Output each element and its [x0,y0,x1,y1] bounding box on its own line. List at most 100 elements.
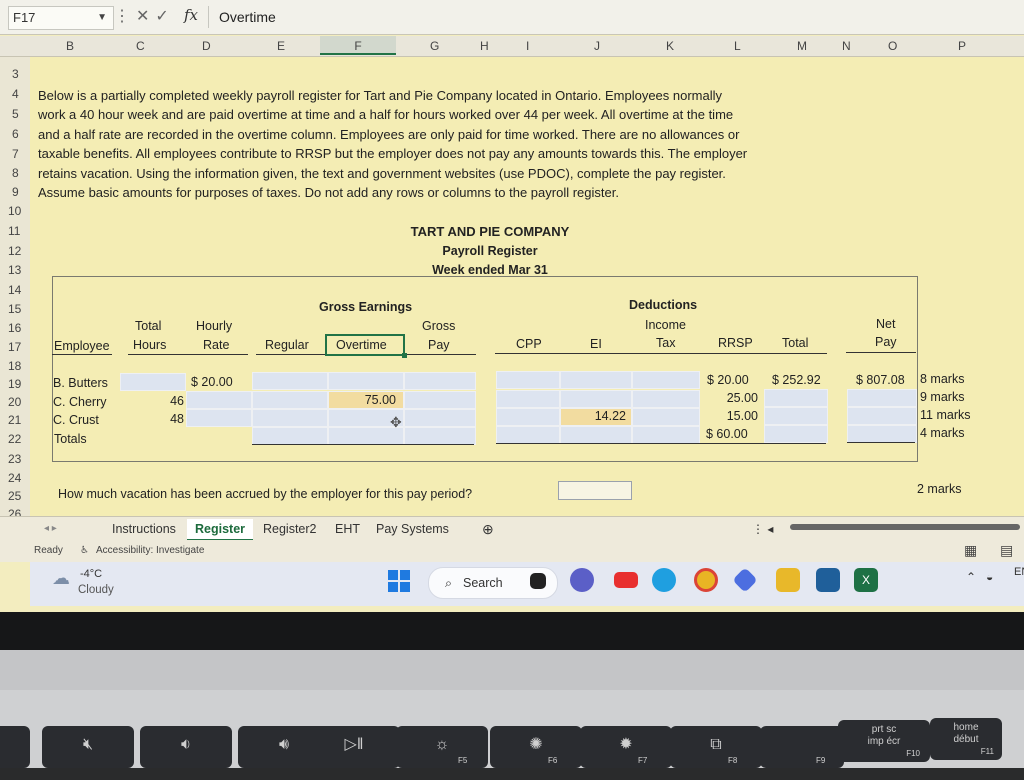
column-m[interactable]: M [797,39,807,53]
page-layout-icon[interactable]: ▤ [1000,542,1013,559]
copilot-icon[interactable] [732,567,758,593]
selected-cell-f17[interactable] [325,334,407,358]
row-13[interactable]: 13 [8,263,21,277]
row-12[interactable]: 12 [8,244,21,258]
column-n[interactable]: N [842,39,851,53]
status-accessibility[interactable]: Accessibility: Investigate [96,545,204,556]
key-f10[interactable]: prt sc imp écr F10 [838,720,930,762]
tab-register[interactable]: Register [187,519,254,541]
column-o[interactable]: O [888,39,897,53]
input-cell[interactable] [252,391,328,409]
input-cell[interactable] [560,390,632,408]
column-j[interactable]: J [594,39,600,53]
task-view-icon[interactable] [530,573,546,589]
horizontal-scrollbar[interactable] [790,524,1020,530]
row-9[interactable]: 9 [12,185,19,199]
wifi-icon[interactable]: ◒ [986,570,993,584]
row-7[interactable]: 7 [12,147,19,161]
chrome-icon[interactable] [694,568,718,592]
input-cell[interactable] [252,427,328,445]
cancel-icon[interactable]: ✕ [136,8,155,25]
row-22[interactable]: 22 [8,432,21,446]
column-k[interactable]: K [666,39,674,53]
row-16[interactable]: 16 [8,321,21,335]
youtube-icon[interactable] [614,572,638,588]
input-cell[interactable] [328,372,404,390]
more-icon[interactable]: ⋮ [114,8,136,25]
column-c[interactable]: C [136,39,145,53]
row-8[interactable]: 8 [12,166,19,180]
input-cell[interactable] [560,426,632,444]
key-f5[interactable]: ☼ F5 [396,726,488,768]
input-cell[interactable] [496,408,560,426]
row-21[interactable]: 21 [8,413,21,427]
row-24[interactable]: 24 [8,471,21,485]
windows-start-icon[interactable] [388,570,410,592]
name-box[interactable]: F17 ▼ [8,6,114,30]
chevron-up-icon[interactable]: ⌃ [966,570,976,584]
key-play-pause[interactable]: ▷‖ [308,726,400,768]
input-cell[interactable] [252,372,328,390]
accessibility-icon[interactable]: ♿︎ [80,545,89,556]
chevron-down-icon[interactable]: ▼ [97,7,107,29]
row-6[interactable]: 6 [12,127,19,141]
input-cell[interactable] [847,389,917,407]
tab-scroll-left-icon[interactable]: ◂ ▸ [36,519,65,539]
photos-icon[interactable] [816,568,840,592]
column-g[interactable]: G [430,39,439,53]
row-3[interactable]: 3 [12,67,19,81]
input-cell[interactable] [404,409,476,427]
row-11[interactable]: 11 [8,224,20,238]
column-d[interactable]: D [202,39,211,53]
key-f9[interactable]: F9 [760,726,844,768]
input-cell[interactable] [496,390,560,408]
input-cell[interactable] [560,371,632,389]
input-cell[interactable] [632,390,700,408]
input-cell[interactable] [186,391,252,409]
column-i[interactable]: I [526,39,529,53]
formula-input[interactable]: Overtime [208,6,1019,28]
normal-view-icon[interactable]: ▦ [964,542,977,559]
add-sheet-icon[interactable]: ⊕ [474,519,502,539]
tab-register2[interactable]: Register2 [255,519,325,539]
column-e[interactable]: E [277,39,285,53]
input-cell[interactable] [252,409,328,427]
row-10[interactable]: 10 [8,204,21,218]
weather-desc[interactable]: Cloudy [78,584,114,596]
key-volume-down[interactable]: 🔉︎ [140,726,232,768]
column-f[interactable]: F [320,36,396,55]
key-f1[interactable]: ‹ [0,726,30,768]
tab-pay-systems[interactable]: Pay Systems [368,519,457,539]
insert-function-icon[interactable]: fx [184,6,198,24]
tab-instructions[interactable]: Instructions [104,519,184,539]
key-f11[interactable]: home début F11 [930,718,1002,760]
key-mute[interactable]: 🔇︎ [42,726,134,768]
file-explorer-icon[interactable] [776,568,800,592]
input-cell[interactable] [632,426,700,444]
more-icon[interactable]: ⋮ ◂ [744,519,781,539]
column-l[interactable]: L [734,39,741,53]
key-f8[interactable]: ⧉ F8 [670,726,762,768]
input-cell[interactable] [496,371,560,389]
confirm-icon[interactable]: ✓ [155,8,174,25]
input-cell[interactable] [404,427,476,445]
input-cell[interactable] [764,389,828,407]
row-4[interactable]: 4 [12,87,19,101]
input-cell[interactable] [764,425,828,443]
input-cell[interactable] [632,408,700,426]
key-f6[interactable]: ✺ F6 [490,726,582,768]
input-cell[interactable] [186,409,252,427]
column-b[interactable]: B [66,39,74,53]
row-23[interactable]: 23 [8,452,21,466]
column-p[interactable]: P [958,39,966,53]
teams-icon[interactable] [570,568,594,592]
weather-temp[interactable]: -4°C [80,568,102,580]
excel-icon[interactable]: X [854,568,878,592]
edge-icon[interactable] [652,568,676,592]
key-f7[interactable]: ✹ F7 [580,726,672,768]
vacation-answer-input[interactable] [558,481,632,500]
row-14[interactable]: 14 [8,283,21,297]
input-cell[interactable] [847,407,917,425]
language-indicator[interactable]: EN [1014,566,1024,578]
input-cell[interactable] [404,372,476,390]
